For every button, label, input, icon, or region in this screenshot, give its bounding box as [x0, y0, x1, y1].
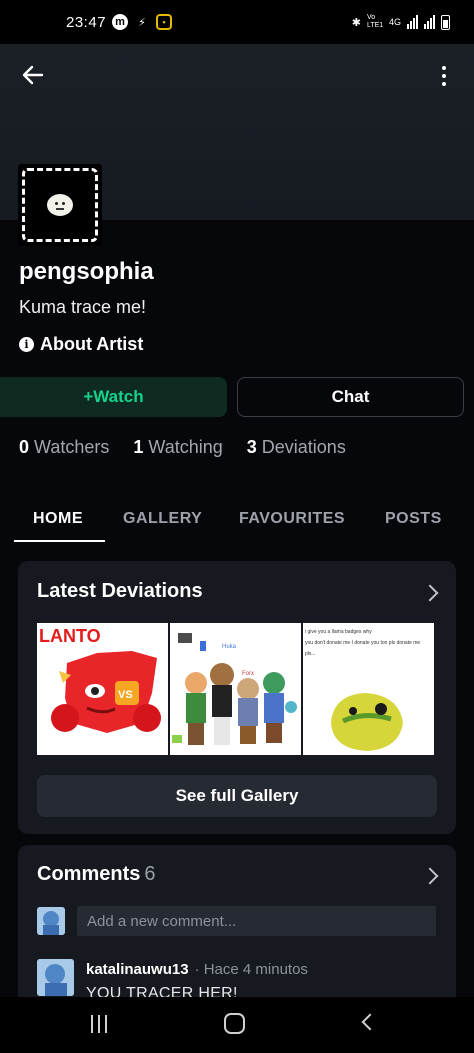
deviation-thumbnails: LANTO VS Huka Forx i give you a llama ba… [37, 623, 434, 755]
about-artist-label: About Artist [40, 334, 144, 354]
info-icon: i [19, 337, 34, 352]
watch-button[interactable]: +Watch [0, 377, 227, 417]
active-tab-indicator [14, 540, 105, 542]
bluetooth-icon: ✱ [351, 16, 361, 29]
deviation-thumbnail[interactable]: LANTO VS [37, 623, 168, 755]
profile-stats: 0 Watchers 1 Watching 3 Deviations [19, 437, 346, 458]
chat-button[interactable]: Chat [237, 377, 464, 417]
comments-card: Comments6 katalinauwu13· Hace 4 minutos … [18, 845, 456, 1015]
stat-deviations[interactable]: 3 Deviations [247, 437, 346, 458]
network-type: 4G [388, 17, 401, 27]
signal-2-icon [424, 15, 435, 29]
profile-tagline: Kuma trace me! [19, 297, 147, 317]
comment-compose-row [37, 906, 436, 936]
app-notification-icon: • [156, 14, 173, 30]
system-nav-bar [0, 997, 474, 1053]
tab-home[interactable]: HOME [33, 496, 83, 542]
comment-username[interactable]: katalinauwu13 [86, 961, 189, 978]
avatar-frame [22, 168, 98, 242]
chevron-right-icon[interactable] [421, 867, 439, 885]
system-back-button[interactable] [361, 1013, 379, 1031]
commenter-avatar[interactable] [37, 959, 74, 996]
tab-favourites[interactable]: FAVOURITES [239, 496, 345, 542]
svg-text:Huka: Huka [222, 644, 237, 650]
svg-text:you don't donate me I donate y: you don't donate me I donate you too pls… [305, 640, 420, 646]
home-button[interactable] [224, 1013, 245, 1034]
battery-icon [441, 14, 450, 30]
tab-posts[interactable]: POSTS [385, 496, 442, 542]
svg-text:LANTO: LANTO [39, 626, 101, 646]
recent-apps-button[interactable] [91, 1015, 107, 1033]
avatar-face-icon [47, 194, 73, 216]
more-dot-icon [442, 66, 446, 70]
svg-text:Forx: Forx [242, 671, 254, 677]
more-dot-icon [442, 74, 446, 78]
more-options-button[interactable] [436, 62, 452, 90]
comments-title[interactable]: Comments 6 [37, 863, 155, 886]
comments-count: 6 [144, 863, 156, 885]
signal-icon [407, 15, 418, 29]
svg-text:VS: VS [118, 689, 133, 701]
messenger-icon: m [112, 14, 129, 30]
latest-deviations-card: Latest Deviations LANTO VS Huka Forx i g… [18, 561, 456, 834]
red-character-artwork-icon: LANTO VS [37, 623, 168, 755]
deviation-thumbnail[interactable]: i give you a llama badges why you don't … [303, 623, 434, 755]
llama-badge-artwork-icon: i give you a llama badges why you don't … [303, 623, 434, 755]
more-dot-icon [442, 82, 446, 86]
status-bar: 23:47 m ⚡ • ✱ Vo LTE1 4G [0, 0, 474, 44]
status-right: ✱ Vo LTE1 4G [352, 14, 450, 30]
stat-watchers[interactable]: 0 Watchers [19, 437, 109, 458]
avatar [37, 907, 65, 935]
comment-header: katalinauwu13 · Hace 4 minutos [86, 961, 308, 978]
latest-deviations-title[interactable]: Latest Deviations [37, 580, 203, 603]
volte-indicator: Vo LTE1 [366, 14, 384, 29]
profile-avatar[interactable] [18, 164, 102, 246]
comments-title-label: Comments [37, 863, 141, 885]
stat-watching[interactable]: 1 Watching [133, 437, 222, 458]
tab-gallery[interactable]: GALLERY [123, 496, 202, 542]
add-comment-input[interactable] [77, 906, 436, 936]
deviation-thumbnail[interactable]: Huka Forx [170, 623, 301, 755]
svg-text:i give you a llama badges why: i give you a llama badges why [305, 629, 372, 635]
username: pengsophia [19, 258, 154, 285]
status-left: 23:47 m ⚡ • [66, 13, 173, 31]
svg-text:pls...: pls... [305, 651, 316, 657]
status-time: 23:47 [66, 13, 107, 31]
notification-icon: ⚡ [138, 16, 146, 29]
profile-tabs: HOME GALLERY FAVOURITES POSTS [0, 496, 474, 542]
characters-lineup-artwork-icon: Huka Forx [170, 623, 301, 755]
chevron-right-icon[interactable] [421, 584, 439, 602]
see-full-gallery-button[interactable]: See full Gallery [37, 775, 437, 817]
arrow-left-icon [22, 65, 44, 85]
comment-timestamp: · Hace 4 minutos [194, 961, 308, 978]
back-button[interactable] [18, 60, 48, 90]
about-artist-link[interactable]: i About Artist [19, 334, 143, 355]
